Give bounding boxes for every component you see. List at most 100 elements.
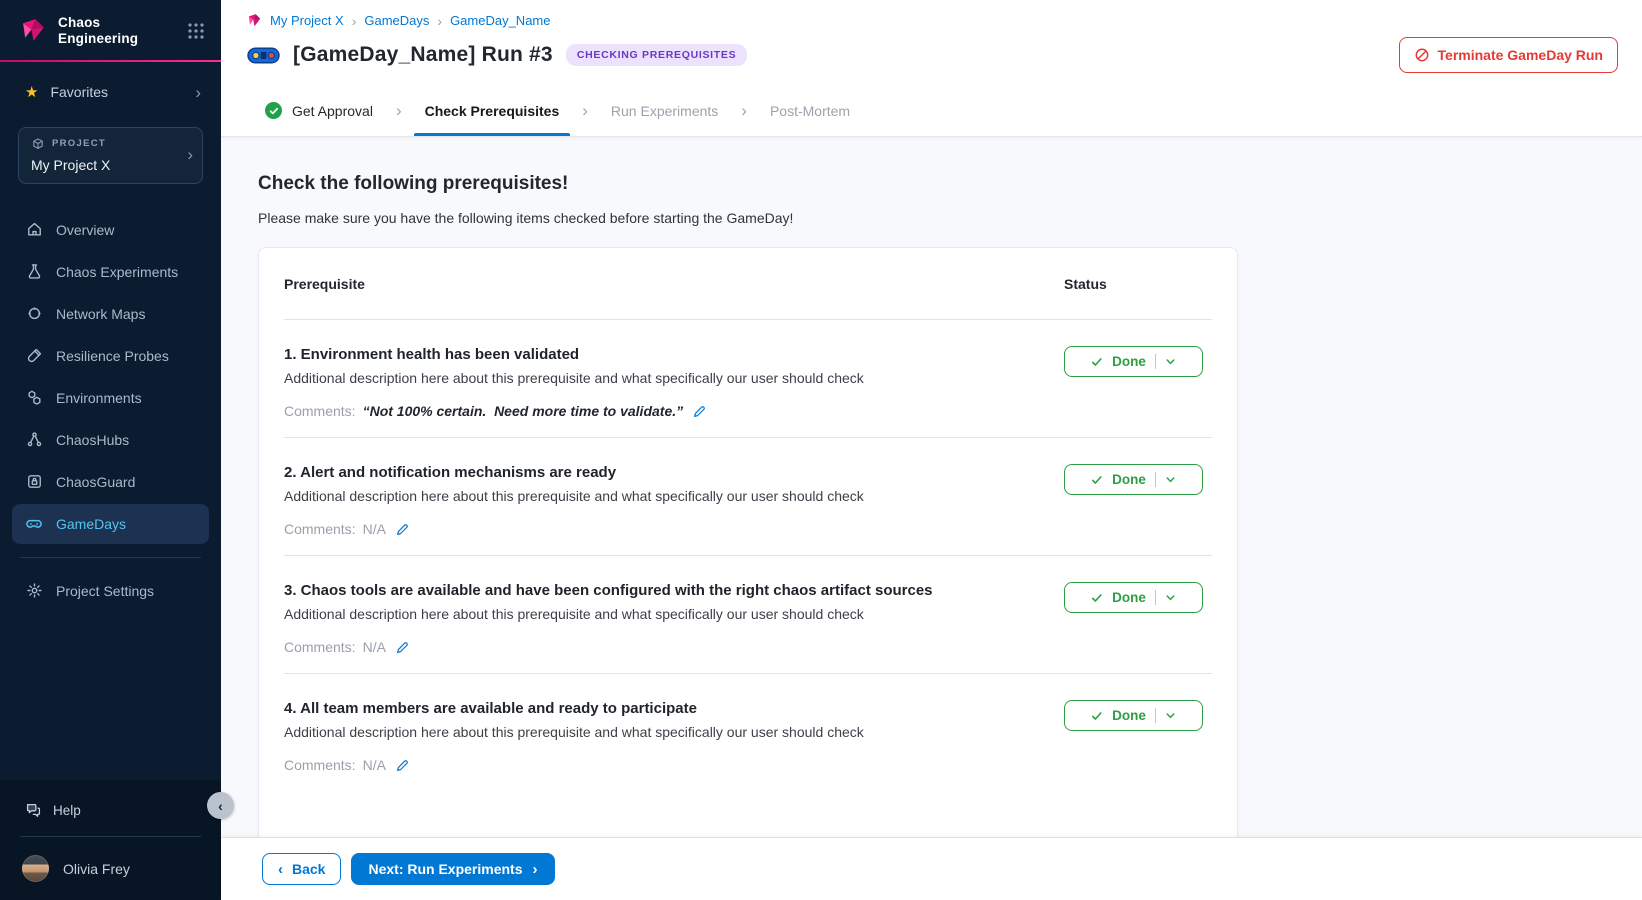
- chevron-right-icon: ›: [389, 85, 409, 136]
- hub-molecule-icon: [25, 431, 43, 448]
- sidebar-nav: Overview Chaos Experiments: [0, 198, 221, 544]
- sidebar-item-project-settings[interactable]: Project Settings: [12, 571, 209, 611]
- page-header: My Project X › GameDays › GameDay_Name […: [221, 0, 1642, 85]
- pencil-icon: [395, 522, 410, 537]
- status-done-dropdown[interactable]: Done: [1064, 700, 1203, 731]
- chevron-right-icon: ›: [352, 14, 357, 28]
- sidebar-item-favorites[interactable]: ★ Favorites ›: [0, 62, 221, 111]
- chevron-down-icon: [1165, 474, 1176, 485]
- help-button[interactable]: Help: [0, 796, 221, 836]
- check-icon: [1091, 474, 1103, 486]
- button-divider: [1155, 590, 1156, 605]
- user-name: Olivia Frey: [63, 861, 130, 877]
- cube-icon: [31, 137, 45, 151]
- status-done-dropdown[interactable]: Done: [1064, 464, 1203, 495]
- column-header-prerequisite: Prerequisite: [284, 276, 1064, 292]
- chevron-left-icon: ‹: [218, 798, 223, 814]
- edit-comment-button[interactable]: [393, 640, 412, 655]
- sidebar-item-gamedays[interactable]: GameDays: [12, 504, 209, 544]
- edit-comment-button[interactable]: [690, 404, 709, 419]
- chaos-mini-logo-icon: [247, 13, 262, 28]
- table-header: Prerequisite Status: [284, 276, 1212, 320]
- button-divider: [1155, 354, 1156, 369]
- button-divider: [1155, 708, 1156, 723]
- chevron-right-icon: ›: [195, 84, 201, 101]
- edit-comment-button[interactable]: [393, 758, 412, 773]
- prerequisite-title: 2. Alert and notification mechanisms are…: [284, 464, 1024, 481]
- status-badge: CHECKING PREREQUISITES: [566, 44, 748, 66]
- tab-check-prerequisites[interactable]: Check Prerequisites: [409, 85, 576, 136]
- page-title: [GameDay_Name] Run #3: [293, 43, 553, 67]
- prerequisite-row: 2. Alert and notification mechanisms are…: [284, 438, 1212, 556]
- prerequisite-description: Additional description here about this p…: [284, 606, 1024, 622]
- chevron-right-icon: ›: [575, 85, 595, 136]
- sidebar-item-chaoshubs[interactable]: ChaosHubs: [12, 420, 209, 460]
- chevron-right-icon: ›: [533, 862, 538, 877]
- user-profile[interactable]: Olivia Frey: [0, 851, 221, 886]
- prerequisite-description: Additional description here about this p…: [284, 370, 1024, 386]
- tab-run-experiments[interactable]: Run Experiments: [595, 85, 734, 136]
- tab-post-mortem[interactable]: Post-Mortem: [754, 85, 866, 136]
- button-divider: [1155, 472, 1156, 487]
- sidebar-collapse-handle[interactable]: ‹: [207, 792, 234, 819]
- test-tube-icon: [25, 347, 43, 364]
- brand-row: Chaos Engineering: [0, 0, 221, 60]
- comments-label: Comments:: [284, 521, 356, 537]
- column-header-status: Status: [1064, 276, 1212, 292]
- comments-label: Comments:: [284, 757, 356, 773]
- sidebar-divider: [20, 557, 201, 558]
- breadcrumb-project-link[interactable]: My Project X: [270, 13, 344, 28]
- sidebar-item-resilience-probes[interactable]: Resilience Probes: [12, 336, 209, 376]
- project-selector[interactable]: PROJECT My Project X ›: [18, 127, 203, 184]
- breadcrumb: My Project X › GameDays › GameDay_Name: [247, 13, 1618, 28]
- sidebar-item-network-maps[interactable]: Network Maps: [12, 294, 209, 334]
- gamepad-emoji-icon: [247, 44, 280, 67]
- pencil-icon: [395, 640, 410, 655]
- prerequisites-card: Prerequisite Status 1. Environment healt…: [258, 247, 1238, 837]
- prerequisite-row: 4. All team members are available and re…: [284, 674, 1212, 791]
- next-run-experiments-button[interactable]: Next: Run Experiments ›: [351, 853, 554, 885]
- edit-comment-button[interactable]: [393, 522, 412, 537]
- sidebar-item-environments[interactable]: Environments: [12, 378, 209, 418]
- content-subheading: Please make sure you have the following …: [258, 210, 1642, 226]
- sidebar-item-chaosguard[interactable]: ChaosGuard: [12, 462, 209, 502]
- flask-icon: [25, 263, 43, 280]
- prerequisite-description: Additional description here about this p…: [284, 488, 1024, 504]
- back-button[interactable]: ‹ Back: [262, 853, 341, 885]
- pencil-icon: [692, 404, 707, 419]
- star-icon: ★: [25, 85, 38, 100]
- sidebar-item-overview[interactable]: Overview: [12, 210, 209, 250]
- check-icon: [1091, 356, 1103, 368]
- app-root: Chaos Engineering ★ Favorites ›: [0, 0, 1642, 900]
- gamepad-icon: [25, 515, 43, 533]
- chevron-left-icon: ‹: [278, 862, 283, 877]
- project-eyebrow-label: PROJECT: [52, 138, 106, 149]
- prohibit-icon: [1414, 47, 1430, 63]
- sidebar-bottom-section: Help Olivia Frey: [0, 780, 221, 900]
- breadcrumb-gamedays-link[interactable]: GameDays: [364, 13, 429, 28]
- status-done-dropdown[interactable]: Done: [1064, 346, 1203, 377]
- chevron-down-icon: [1165, 710, 1176, 721]
- chat-help-icon: [25, 802, 41, 818]
- network-map-icon: [25, 305, 43, 322]
- status-done-dropdown[interactable]: Done: [1064, 582, 1203, 613]
- home-icon: [25, 221, 43, 238]
- comments-label: Comments:: [284, 639, 356, 655]
- chaos-engineering-logo-icon: [20, 17, 47, 44]
- sidebar-item-chaos-experiments[interactable]: Chaos Experiments: [12, 252, 209, 292]
- comment-text: N/A: [363, 639, 386, 655]
- comment-text: “Not 100% certain. Need more time to val…: [363, 403, 684, 419]
- gameday-stepper: Get Approval › Check Prerequisites › Run…: [221, 85, 1642, 137]
- sidebar: Chaos Engineering ★ Favorites ›: [0, 0, 221, 900]
- comments-label: Comments:: [284, 403, 356, 419]
- gear-icon: [25, 582, 43, 599]
- wizard-footer: ‹ Back Next: Run Experiments ›: [221, 837, 1642, 900]
- prerequisite-title: 3. Chaos tools are available and have be…: [284, 582, 1024, 599]
- chevron-right-icon: ›: [734, 85, 754, 136]
- terminate-gameday-run-button[interactable]: Terminate GameDay Run: [1399, 37, 1618, 73]
- tab-get-approval[interactable]: Get Approval: [249, 85, 389, 136]
- breadcrumb-gameday-name-link[interactable]: GameDay_Name: [450, 13, 550, 28]
- content-area: Check the following prerequisites! Pleas…: [221, 137, 1642, 837]
- project-name: My Project X: [31, 157, 176, 173]
- module-grid-icon[interactable]: [187, 22, 205, 40]
